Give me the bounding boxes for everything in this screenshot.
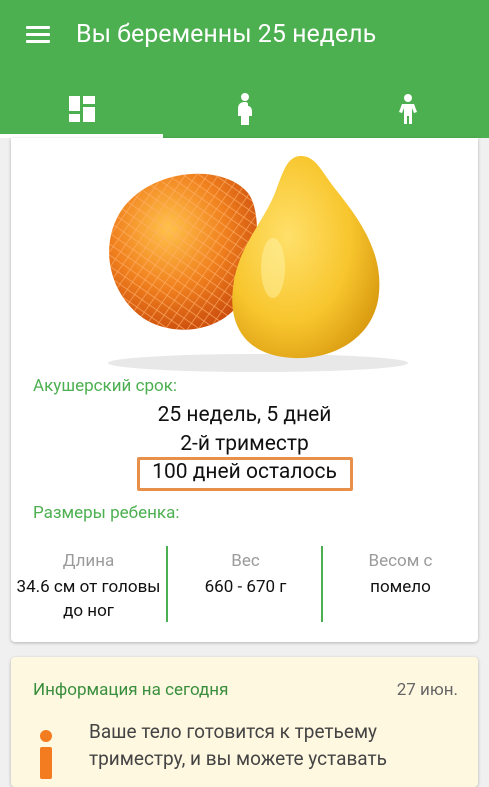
info-card-title: Информация на сегодня: [33, 680, 229, 700]
hamburger-menu-icon[interactable]: [26, 26, 50, 44]
page-title: Вы беременны 25 недель: [76, 20, 377, 49]
stat-weight-label: Вес: [231, 551, 260, 571]
stat-length-value: 34.6 см от головы до ног: [16, 577, 161, 621]
pregnant-woman-icon: [237, 93, 252, 125]
term-value: 25 недель, 5 дней: [157, 403, 332, 427]
term-label: Акушерский срок:: [33, 376, 178, 396]
stat-length: Длина 34.6 см от головы до ног: [11, 549, 166, 623]
tab-dashboard[interactable]: [0, 80, 163, 138]
stat-weight: Вес 660 - 670 г: [168, 549, 323, 599]
info-card-date: 27 июн.: [396, 680, 458, 700]
size-label: Размеры ребенка:: [33, 503, 180, 523]
days-left-highlight: [137, 457, 353, 491]
tab-pregnancy[interactable]: [163, 80, 326, 138]
tab-child[interactable]: [326, 80, 489, 138]
stat-compare-value: помело: [370, 577, 431, 597]
app-bar: Вы беременны 25 недель: [0, 0, 489, 138]
trimester-value: 2-й триместр: [180, 432, 309, 456]
child-icon: [398, 94, 417, 124]
info-icon: [40, 730, 52, 779]
week-card: Акушерский срок: 25 недель, 5 дней 2-й т…: [11, 138, 478, 642]
stat-compare-label: Весом с: [368, 551, 433, 571]
pomelo-fruit-illustration: [108, 156, 408, 372]
info-card[interactable]: Информация на сегодня 27 июн. Ваше тело …: [11, 657, 478, 787]
stat-weight-value: 660 - 670 г: [204, 577, 287, 597]
stat-compare: Весом с помело: [323, 549, 478, 599]
dashboard-icon: [68, 96, 95, 122]
stat-length-label: Длина: [62, 551, 115, 571]
info-card-text: Ваше тело готовится к третьему триместру…: [89, 720, 387, 770]
